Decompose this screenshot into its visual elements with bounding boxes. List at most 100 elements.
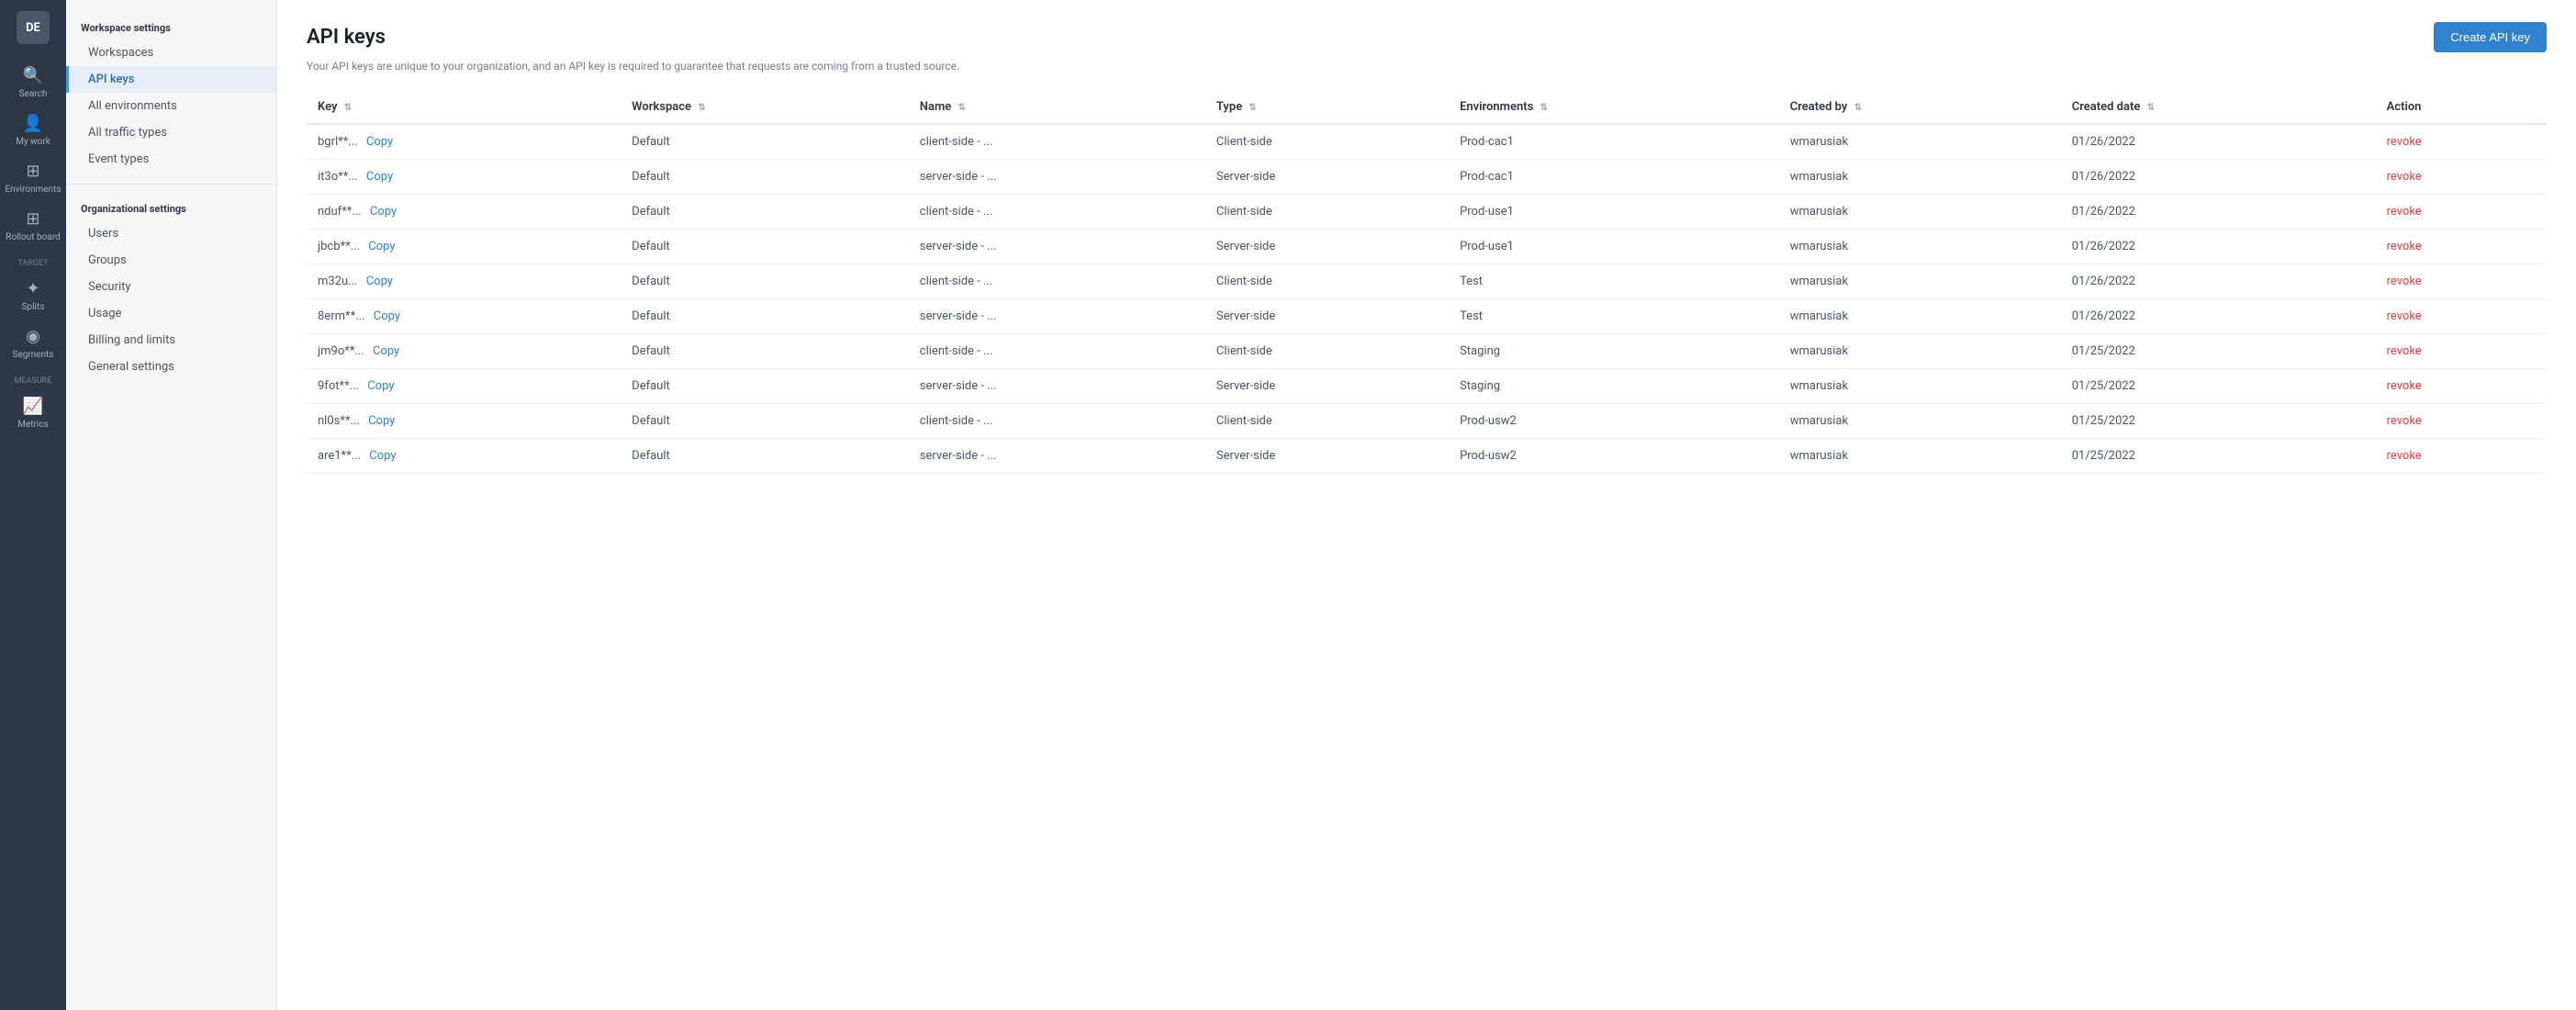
page-header: API keys Create API key — [307, 22, 2547, 52]
revoke-button-0[interactable]: revoke — [2387, 135, 2422, 149]
sort-type-icon[interactable]: ⇅ — [1249, 103, 1256, 113]
nav-environments[interactable]: ⊞ Environments — [0, 154, 66, 202]
revoke-button-9[interactable]: revoke — [2387, 449, 2422, 463]
col-workspace: Workspace ⇅ — [621, 91, 909, 124]
org-settings-title: Organizational settings — [66, 196, 276, 220]
copy-key-6[interactable]: Copy — [373, 344, 399, 358]
sidebar-item-all-environments[interactable]: All environments — [66, 93, 276, 119]
cell-created-by-7: wmarusiak — [1779, 369, 2061, 404]
sort-key-icon[interactable]: ⇅ — [344, 103, 352, 113]
cell-name-3: server-side - ... — [909, 230, 1205, 264]
person-icon: 👤 — [23, 114, 43, 133]
nav-my-work[interactable]: 👤 My work — [0, 107, 66, 154]
cell-name-5: server-side - ... — [909, 299, 1205, 334]
cell-created-by-8: wmarusiak — [1779, 404, 2061, 439]
sort-created-by-icon[interactable]: ⇅ — [1854, 103, 1862, 113]
sidebar-item-groups[interactable]: Groups — [66, 247, 276, 274]
nav-metrics-label: Metrics — [17, 420, 49, 430]
col-created-date: Created date ⇅ — [2061, 91, 2376, 124]
nav-segments[interactable]: ◉ Segments — [0, 320, 66, 367]
cell-created-by-2: wmarusiak — [1779, 195, 2061, 230]
copy-key-5[interactable]: Copy — [374, 309, 400, 323]
cell-created-date-1: 01/26/2022 — [2061, 160, 2376, 195]
cell-env-5: Test — [1449, 299, 1779, 334]
cell-name-7: server-side - ... — [909, 369, 1205, 404]
sidebar-item-general-settings[interactable]: General settings — [66, 354, 276, 380]
copy-key-1[interactable]: Copy — [366, 170, 393, 184]
nav-environments-label: Environments — [5, 185, 61, 195]
copy-key-9[interactable]: Copy — [369, 449, 396, 463]
copy-key-7[interactable]: Copy — [367, 379, 394, 393]
nav-search-label: Search — [19, 89, 48, 99]
revoke-button-2[interactable]: revoke — [2387, 205, 2422, 219]
cell-type-7: Server-side — [1205, 369, 1449, 404]
revoke-button-4[interactable]: revoke — [2387, 275, 2422, 288]
revoke-button-7[interactable]: revoke — [2387, 379, 2422, 393]
cell-workspace-2: Default — [621, 195, 909, 230]
nav-splits[interactable]: ✦ Splits — [0, 272, 66, 320]
revoke-button-8[interactable]: revoke — [2387, 414, 2422, 428]
grid-icon: ⊞ — [26, 162, 39, 181]
copy-key-3[interactable]: Copy — [368, 240, 395, 253]
cell-created-date-3: 01/26/2022 — [2061, 230, 2376, 264]
sidebar-item-usage[interactable]: Usage — [66, 300, 276, 327]
nav-my-work-label: My work — [16, 137, 50, 147]
cell-created-by-1: wmarusiak — [1779, 160, 2061, 195]
sidebar-item-event-types[interactable]: Event types — [66, 146, 276, 173]
cell-workspace-0: Default — [621, 124, 909, 160]
cell-env-1: Prod-cac1 — [1449, 160, 1779, 195]
revoke-button-1[interactable]: revoke — [2387, 170, 2422, 184]
col-key: Key ⇅ — [307, 91, 621, 124]
sidebar-item-workspaces[interactable]: Workspaces — [66, 39, 276, 66]
cell-action-4: revoke — [2376, 264, 2547, 299]
sidebar-item-users[interactable]: Users — [66, 220, 276, 247]
cell-env-7: Staging — [1449, 369, 1779, 404]
revoke-button-5[interactable]: revoke — [2387, 309, 2422, 323]
cell-workspace-6: Default — [621, 334, 909, 369]
splits-icon: ✦ — [26, 279, 39, 298]
copy-key-4[interactable]: Copy — [366, 275, 393, 288]
table-row: jbcb**... Copy Default server-side - ...… — [307, 230, 2547, 264]
cell-type-8: Client-side — [1205, 404, 1449, 439]
cell-name-4: client-side - ... — [909, 264, 1205, 299]
table-row: it3o**... Copy Default server-side - ...… — [307, 160, 2547, 195]
cell-name-1: server-side - ... — [909, 160, 1205, 195]
table-row: nl0s**... Copy Default client-side - ...… — [307, 404, 2547, 439]
cell-key-2: nduf**... Copy — [307, 195, 621, 230]
copy-key-8[interactable]: Copy — [368, 414, 395, 428]
sidebar-divider — [66, 184, 276, 185]
cell-created-date-7: 01/25/2022 — [2061, 369, 2376, 404]
cell-key-6: jm9o**... Copy — [307, 334, 621, 369]
nav-splits-label: Splits — [22, 302, 45, 312]
table-row: 8erm**... Copy Default server-side - ...… — [307, 299, 2547, 334]
cell-created-by-6: wmarusiak — [1779, 334, 2061, 369]
cell-created-date-5: 01/26/2022 — [2061, 299, 2376, 334]
revoke-button-3[interactable]: revoke — [2387, 240, 2422, 253]
table-row: jm9o**... Copy Default client-side - ...… — [307, 334, 2547, 369]
cell-created-by-3: wmarusiak — [1779, 230, 2061, 264]
copy-key-2[interactable]: Copy — [370, 205, 397, 219]
cell-workspace-1: Default — [621, 160, 909, 195]
nav-rollout-board[interactable]: ⊞ Rollout board — [0, 202, 66, 250]
nav-search[interactable]: 🔍 Search — [0, 59, 66, 107]
sort-workspace-icon[interactable]: ⇅ — [698, 103, 705, 113]
search-icon: 🔍 — [23, 66, 43, 85]
cell-name-8: client-side - ... — [909, 404, 1205, 439]
sidebar-item-security[interactable]: Security — [66, 274, 276, 300]
copy-key-0[interactable]: Copy — [366, 135, 393, 149]
cell-workspace-4: Default — [621, 264, 909, 299]
sidebar-item-all-traffic-types[interactable]: All traffic types — [66, 119, 276, 146]
revoke-button-6[interactable]: revoke — [2387, 344, 2422, 358]
sort-created-date-icon[interactable]: ⇅ — [2147, 103, 2155, 113]
cell-env-0: Prod-cac1 — [1449, 124, 1779, 160]
sidebar-item-billing[interactable]: Billing and limits — [66, 327, 276, 354]
table-row: bgrl**... Copy Default client-side - ...… — [307, 124, 2547, 160]
sidebar-item-api-keys[interactable]: API keys — [66, 66, 276, 93]
sort-env-icon[interactable]: ⇅ — [1540, 103, 1548, 113]
create-api-key-button[interactable]: Create API key — [2434, 22, 2547, 52]
cell-created-by-0: wmarusiak — [1779, 124, 2061, 160]
sort-name-icon[interactable]: ⇅ — [958, 103, 966, 113]
nav-metrics[interactable]: 📈 Metrics — [0, 389, 66, 437]
nav-segments-label: Segments — [13, 350, 54, 360]
cell-env-4: Test — [1449, 264, 1779, 299]
